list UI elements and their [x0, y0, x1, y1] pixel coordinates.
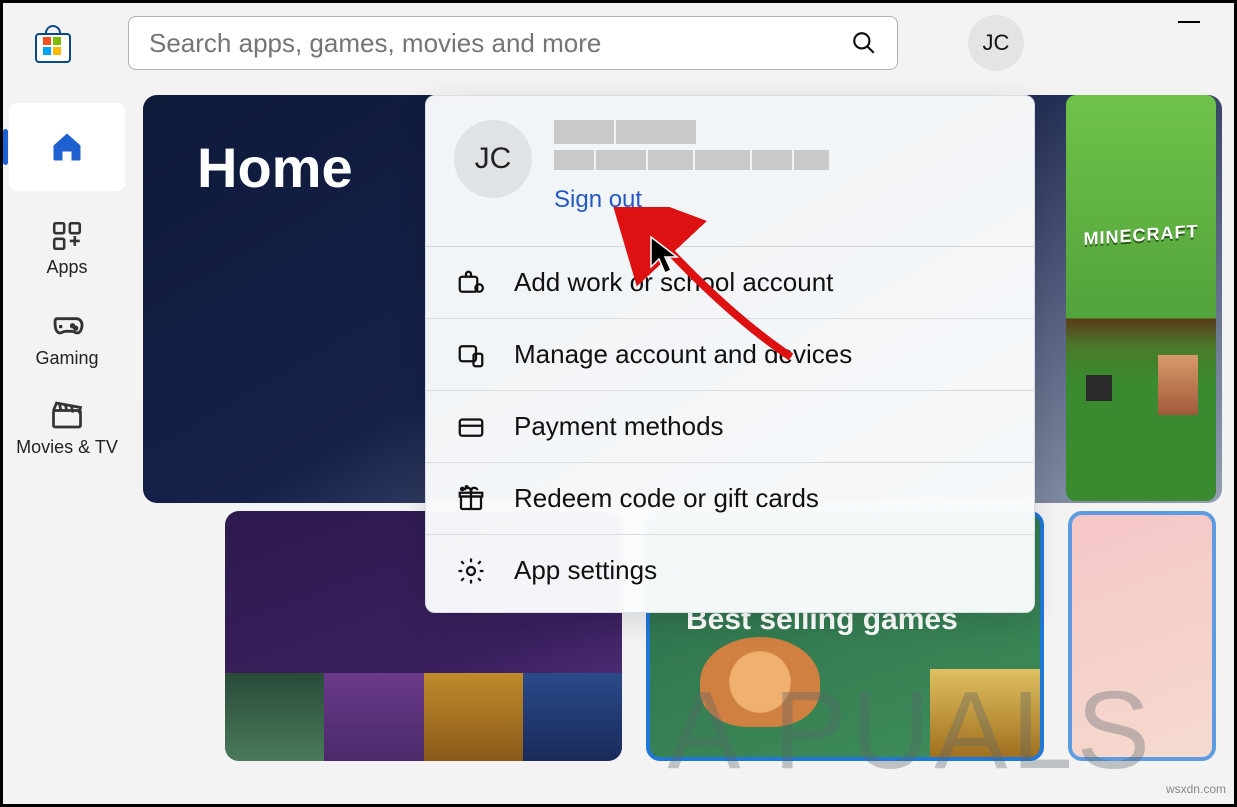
- menu-label: Payment methods: [514, 411, 724, 442]
- gamepad-icon: [48, 306, 86, 344]
- minimize-button[interactable]: [1178, 21, 1200, 23]
- watermark-source: wsxdn.com: [1166, 782, 1226, 796]
- flyout-header: JC Sign out: [426, 96, 1034, 234]
- user-name-redacted: [554, 120, 1006, 144]
- menu-label: Manage account and devices: [514, 339, 852, 370]
- nav-gaming[interactable]: Gaming: [3, 306, 131, 369]
- watermark: A PUALS: [667, 667, 1154, 794]
- gift-icon: [456, 484, 486, 514]
- user-avatar-button[interactable]: JC: [968, 15, 1024, 71]
- menu-add-work-school[interactable]: Add work or school account: [426, 247, 1034, 318]
- menu-payment-methods[interactable]: Payment methods: [426, 390, 1034, 462]
- flyout-avatar: JC: [454, 120, 532, 198]
- flyout-menu: Add work or school account Manage accoun…: [426, 247, 1034, 612]
- search-bar[interactable]: [128, 16, 898, 70]
- gear-icon: [456, 556, 486, 586]
- menu-label: App settings: [514, 555, 657, 586]
- featured-minecraft-tile[interactable]: MINECRAFT: [1066, 95, 1216, 501]
- title-bar: JC: [3, 3, 1234, 83]
- nav-apps[interactable]: Apps: [3, 219, 131, 278]
- menu-app-settings[interactable]: App settings: [426, 534, 1034, 606]
- apps-icon: [50, 219, 84, 253]
- briefcase-person-icon: [456, 268, 486, 298]
- nav-sidebar: Apps Gaming Movies & TV: [3, 83, 131, 804]
- home-icon: [49, 129, 85, 165]
- nav-gaming-label: Gaming: [35, 348, 98, 369]
- flyout-user-block: Sign out: [554, 120, 1006, 214]
- search-input[interactable]: [149, 28, 851, 59]
- menu-manage-account[interactable]: Manage account and devices: [426, 318, 1034, 390]
- menu-redeem-code[interactable]: Redeem code or gift cards: [426, 462, 1034, 534]
- account-flyout: JC Sign out Add work or school account: [425, 95, 1035, 613]
- user-email-redacted: [554, 150, 1006, 170]
- credit-card-icon: [456, 412, 486, 442]
- sign-out-link[interactable]: Sign out: [554, 186, 642, 214]
- microsoft-store-window: JC Apps Gaming Movies & TV: [0, 0, 1237, 807]
- search-icon[interactable]: [851, 30, 877, 56]
- nav-movies-label: Movies & TV: [16, 437, 118, 458]
- clapper-icon: [49, 397, 85, 433]
- menu-label: Redeem code or gift cards: [514, 483, 819, 514]
- nav-home[interactable]: [9, 103, 125, 191]
- menu-label: Add work or school account: [514, 267, 833, 298]
- devices-icon: [456, 340, 486, 370]
- nav-movies[interactable]: Movies & TV: [3, 397, 131, 458]
- store-logo-icon: [33, 23, 73, 63]
- nav-apps-label: Apps: [46, 257, 87, 278]
